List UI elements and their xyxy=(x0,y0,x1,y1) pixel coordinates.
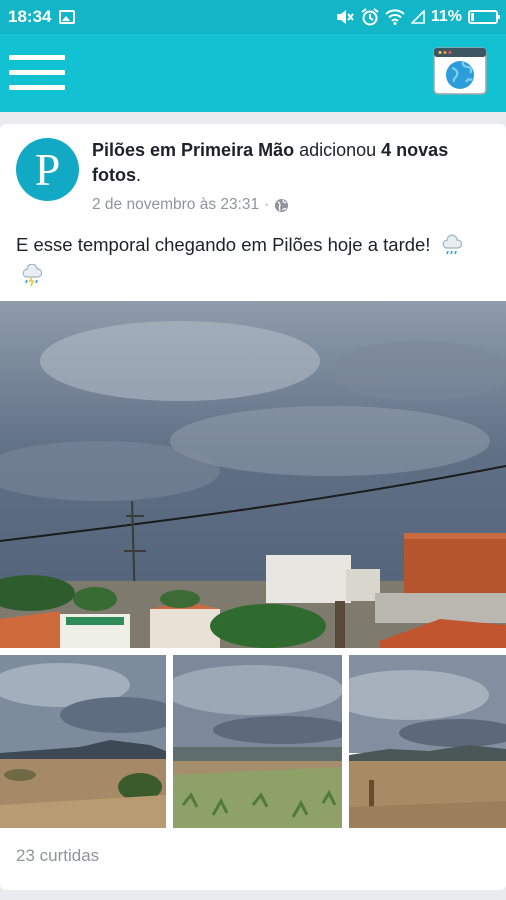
battery-percent: 11% xyxy=(430,8,462,25)
post-header: Pilões em Primeira Mão adicionou 4 novas… xyxy=(92,138,492,188)
post-meta: 2 de novembro às 23:31 · xyxy=(92,196,289,214)
post-card: P Pilões em Primeira Mão adicionou 4 nov… xyxy=(0,124,506,890)
signal-icon xyxy=(410,10,425,24)
mute-icon xyxy=(336,10,354,24)
status-bar: 18:34 11% xyxy=(0,0,506,34)
status-time: 18:34 xyxy=(8,7,52,26)
page-name-link[interactable]: Pilões em Primeira Mão xyxy=(92,140,294,160)
wifi-icon xyxy=(385,9,405,25)
post-message: E esse temporal chegando em Pilões hoje … xyxy=(16,234,431,255)
battery-level xyxy=(471,13,474,21)
main-photo[interactable] xyxy=(0,301,506,648)
battery-icon xyxy=(468,10,500,24)
rain-cloud-icon xyxy=(442,234,462,255)
globe-icon xyxy=(275,198,289,212)
hamburger-menu-icon[interactable] xyxy=(9,55,65,93)
photo-thumbnail-1[interactable] xyxy=(0,655,166,828)
post-text: E esse temporal chegando em Pilões hoje … xyxy=(16,230,486,290)
storm-cloud-icon xyxy=(22,264,43,287)
post-header-period: . xyxy=(136,165,142,185)
post-action-text: adicionou xyxy=(294,140,382,160)
meta-separator: · xyxy=(264,196,270,213)
photo-thumbnail-2[interactable] xyxy=(173,655,342,828)
like-count[interactable]: 23 curtidas xyxy=(16,846,99,866)
status-icons: 11% xyxy=(335,8,500,26)
post-date[interactable]: 2 de novembro às 23:31 xyxy=(92,196,259,214)
photo-thumbnail-3[interactable] xyxy=(349,655,506,828)
page-avatar[interactable]: P xyxy=(16,138,79,201)
gallery-notification-icon xyxy=(59,10,76,24)
web-browser-icon[interactable] xyxy=(432,44,488,100)
app-bar xyxy=(0,34,506,112)
alarm-icon xyxy=(361,8,379,26)
